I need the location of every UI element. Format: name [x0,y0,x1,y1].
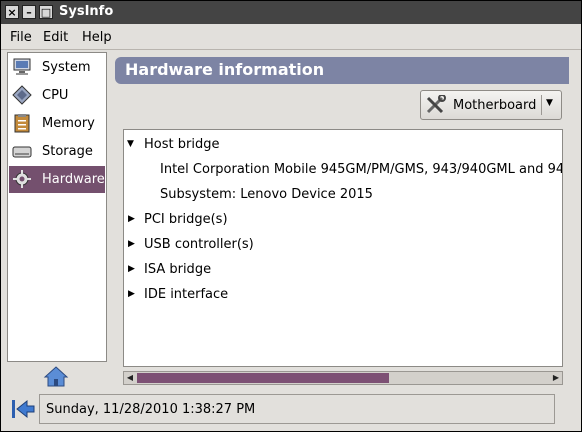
status-datetime: Sunday, 11/28/2010 1:38:27 PM [46,402,256,417]
device-category-dropdown[interactable]: Motherboard ▼ [420,90,562,120]
dropdown-selected-value: Motherboard [453,98,537,113]
expander-collapsed-icon[interactable]: ▶ [128,264,135,274]
expander-collapsed-icon[interactable]: ▶ [128,239,135,249]
horizontal-scrollbar[interactable]: ◀ ▶ [123,371,563,385]
tree-row-label: USB controller(s) [144,237,254,252]
tree-row-label: Host bridge [144,137,220,152]
sidebar-item-storage[interactable]: Storage [9,138,105,165]
scroll-left-icon[interactable]: ◀ [124,372,136,384]
menu-help[interactable]: Help [82,30,112,45]
section-header: Hardware information [115,57,569,84]
dropdown-separator [541,95,542,115]
expander-expanded-icon[interactable]: ▼ [127,139,134,149]
sidebar: System CPU Memory Storage Hardware [7,52,107,362]
sidebar-item-memory[interactable]: Memory [9,110,105,137]
sidebar-item-label: Hardware [42,172,105,187]
tree-row-label: PCI bridge(s) [144,212,228,227]
sidebar-item-cpu[interactable]: CPU [9,82,105,109]
page-title: Hardware information [125,60,325,79]
maximize-button[interactable]: □ [39,5,53,19]
tools-icon [426,95,446,114]
menu-file[interactable]: File [10,30,32,45]
gear-icon [13,170,31,188]
sidebar-item-system[interactable]: System [9,54,105,81]
sidebar-item-label: Memory [42,116,95,131]
minimize-button[interactable]: – [22,5,36,19]
memory-icon [14,114,30,133]
expander-collapsed-icon[interactable]: ▶ [128,214,135,224]
sidebar-item-hardware[interactable]: Hardware [9,166,105,193]
status-bar: Sunday, 11/28/2010 1:38:27 PM [7,394,575,424]
hardware-tree: ▼ Host bridge Intel Corporation Mobile 9… [123,129,563,367]
app-window: × – □ SysInfo File Edit Help System CPU … [0,0,582,432]
tree-row-label: Intel Corporation Mobile 945GM/PM/GMS, 9… [160,162,563,177]
scrollbar-thumb[interactable] [137,373,389,383]
chevron-down-icon: ▼ [546,98,553,108]
sidebar-item-label: Storage [42,144,93,159]
status-field: Sunday, 11/28/2010 1:38:27 PM [39,394,555,424]
sidebar-item-label: System [42,60,91,75]
tree-row-label: IDE interface [144,287,229,302]
tree-row-label: Subsystem: Lenovo Device 2015 [160,187,373,202]
tree-row-label: ISA bridge [144,262,212,277]
sidebar-item-label: CPU [42,88,69,103]
storage-icon [12,146,32,158]
scroll-right-icon[interactable]: ▶ [550,372,562,384]
cpu-icon [12,85,32,105]
close-button[interactable]: × [5,5,19,19]
window-title: SysInfo [59,4,114,19]
expander-collapsed-icon[interactable]: ▶ [128,289,135,299]
back-arrow-icon[interactable] [11,398,35,420]
title-bar[interactable]: × – □ SysInfo [1,1,581,24]
menu-edit[interactable]: Edit [43,30,68,45]
home-icon[interactable] [43,365,69,389]
monitor-icon [13,58,31,75]
menu-bar: File Edit Help [1,26,581,50]
